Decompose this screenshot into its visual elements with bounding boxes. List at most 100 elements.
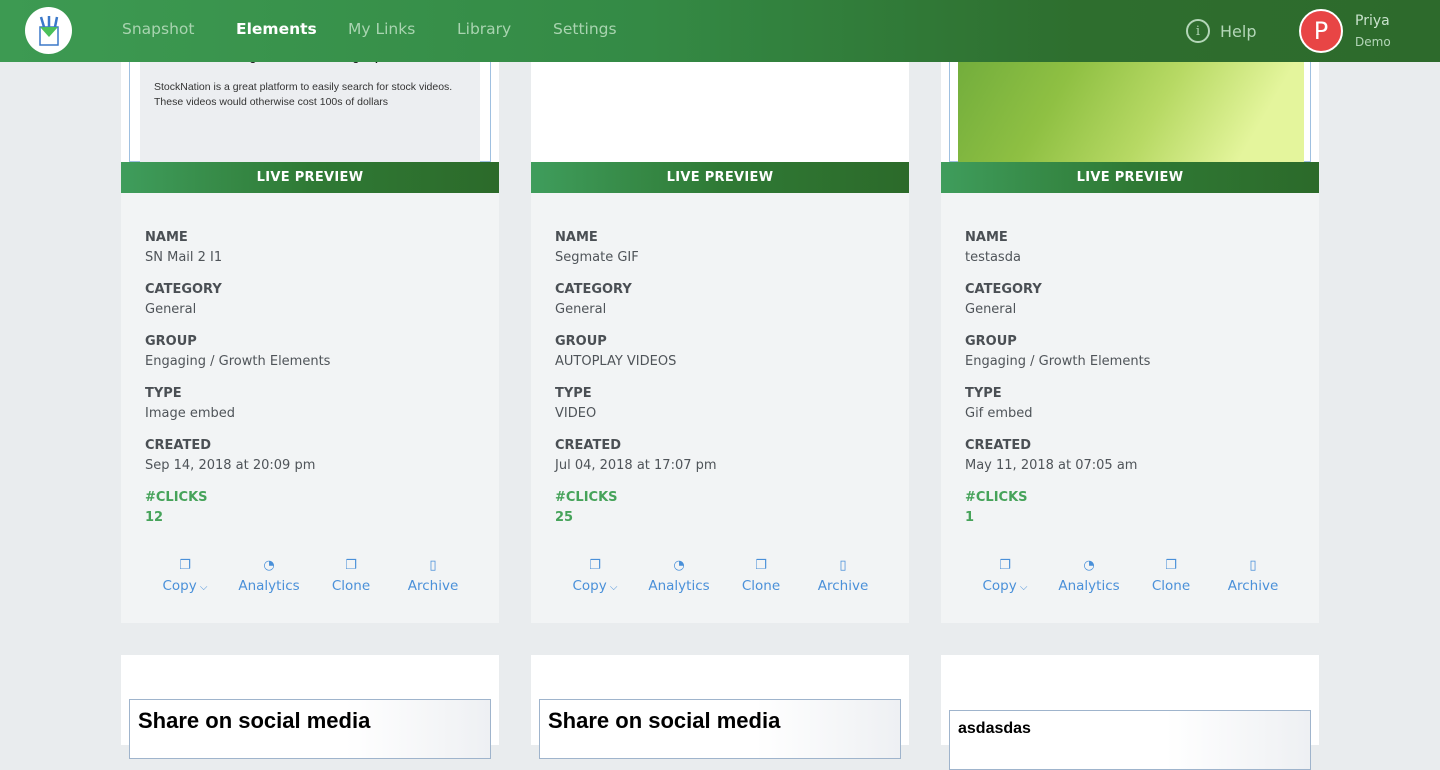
element-card: Neha Arora Instagram Video Marketing Exp… — [121, 0, 499, 623]
copy-button[interactable]: ❐ Copy ⌵ — [965, 558, 1045, 594]
field-clicks: #CLICKS 25 — [555, 490, 717, 542]
analytics-button[interactable]: ◔ Analytics — [229, 558, 309, 594]
field-value: Engaging / Growth Elements — [145, 354, 331, 369]
info-icon: i — [1186, 19, 1210, 43]
field-label: GROUP — [555, 334, 607, 349]
clone-button[interactable]: ❐ Clone — [721, 558, 801, 594]
field-value: Jul 04, 2018 at 17:07 pm — [555, 458, 717, 473]
clone-button[interactable]: ❐ Clone — [1131, 558, 1211, 594]
archive-button[interactable]: ▯ Archive — [393, 558, 473, 594]
field-value: General — [555, 302, 607, 317]
copy-icon: ❐ — [589, 558, 601, 573]
app-logo[interactable] — [25, 7, 72, 54]
field-group: GROUP AUTOPLAY VIDEOS — [555, 334, 717, 386]
chevron-down-icon: ⌵ — [1016, 582, 1028, 593]
field-name: NAME testasda — [965, 230, 1150, 282]
field-label: NAME — [555, 230, 598, 245]
clone-icon: ❐ — [1165, 558, 1177, 573]
field-value: Sep 14, 2018 at 20:09 pm — [145, 458, 316, 473]
field-clicks: #CLICKS 1 — [965, 490, 1150, 542]
field-type: TYPE VIDEO — [555, 386, 717, 438]
pie-chart-icon: ◔ — [263, 558, 275, 573]
element-card: LIVE PREVIEW NAME testasda CATEGORY General… — [941, 0, 1319, 623]
field-value: Gif embed — [965, 406, 1033, 421]
field-label: TYPE — [145, 386, 182, 401]
copy-button[interactable]: ❐ Copy ⌵ — [145, 558, 225, 594]
field-created: CREATED Sep 14, 2018 at 20:09 pm — [145, 438, 330, 490]
help-label: Help — [1220, 21, 1257, 41]
field-label: #CLICKS — [145, 490, 208, 505]
pie-chart-icon: ◔ — [1083, 558, 1095, 573]
field-value: Engaging / Growth Elements — [965, 354, 1151, 369]
field-value: Segmate GIF — [555, 250, 639, 265]
archive-button[interactable]: ▯ Archive — [803, 558, 883, 594]
field-value: May 11, 2018 at 07:05 am — [965, 458, 1138, 473]
field-category: CATEGORY General — [555, 282, 717, 334]
field-label: GROUP — [145, 334, 197, 349]
field-value: testasda — [965, 250, 1021, 265]
copy-button[interactable]: ❐ Copy ⌵ — [555, 558, 635, 594]
field-type: TYPE Gif embed — [965, 386, 1150, 438]
nav-snapshot[interactable]: Snapshot — [122, 20, 194, 38]
chevron-down-icon: ⌵ — [606, 582, 618, 593]
clone-icon: ❐ — [755, 558, 767, 573]
top-nav: Snapshot Elements My Links Library Setti… — [0, 0, 1440, 62]
help-button[interactable]: i Help — [1186, 19, 1256, 43]
archive-icon: ▯ — [429, 558, 437, 573]
copy-icon: ❐ — [999, 558, 1011, 573]
field-group: GROUP Engaging / Growth Elements — [145, 334, 330, 386]
field-value: VIDEO — [555, 406, 597, 421]
avatar[interactable]: P — [1299, 9, 1343, 53]
field-label: CATEGORY — [555, 282, 632, 297]
user-role: Demo — [1355, 35, 1391, 49]
field-created: CREATED May 11, 2018 at 07:05 am — [965, 438, 1150, 490]
archive-icon: ▯ — [839, 558, 847, 573]
field-label: NAME — [145, 230, 188, 245]
field-value: General — [965, 302, 1017, 317]
field-label: TYPE — [965, 386, 1002, 401]
analytics-button[interactable]: ◔ Analytics — [639, 558, 719, 594]
nav-settings[interactable]: Settings — [553, 20, 617, 38]
clone-icon: ❐ — [345, 558, 357, 573]
element-card: asdasdas — [941, 655, 1319, 770]
field-name: NAME SN Mail 2 I1 — [145, 230, 330, 282]
field-label: CREATED — [145, 438, 212, 453]
field-value: General — [145, 302, 197, 317]
field-value: 25 — [555, 510, 574, 525]
nav-my-links[interactable]: My Links — [348, 20, 415, 38]
field-label: CREATED — [555, 438, 622, 453]
analytics-button[interactable]: ◔ Analytics — [1049, 558, 1129, 594]
profile-text: StockNation is a great platform to easil… — [154, 81, 453, 108]
live-preview-button[interactable]: LIVE PREVIEW — [531, 162, 909, 193]
field-clicks: #CLICKS 12 — [145, 490, 330, 542]
card-details: NAME Segmate GIF CATEGORY General GROUP AUTOP… — [555, 230, 717, 542]
chevron-down-icon: ⌵ — [196, 582, 208, 593]
field-label: GROUP — [965, 334, 1017, 349]
field-created: CREATED Jul 04, 2018 at 17:07 pm — [555, 438, 717, 490]
embed-preview-box: Share on social media — [129, 699, 491, 759]
embed-preview-box: Share on social media — [539, 699, 901, 759]
live-preview-button[interactable]: LIVE PREVIEW — [121, 162, 499, 193]
field-value: Image embed — [145, 406, 236, 421]
archive-button[interactable]: ▯ Archive — [1213, 558, 1293, 594]
field-label: CATEGORY — [145, 282, 222, 297]
field-type: TYPE Image embed — [145, 386, 330, 438]
field-value: 1 — [965, 510, 975, 525]
field-value: AUTOPLAY VIDEOS — [555, 354, 677, 369]
embed-preview-box: asdasdas — [949, 710, 1311, 770]
field-value: SN Mail 2 I1 — [145, 250, 223, 265]
user-name[interactable]: Priya — [1355, 13, 1390, 29]
nav-library[interactable]: Library — [457, 20, 511, 38]
card-details: NAME SN Mail 2 I1 CATEGORY General GROUP Enga… — [145, 230, 330, 542]
nav-elements[interactable]: Elements — [236, 20, 317, 38]
copy-icon: ❐ — [179, 558, 191, 573]
field-category: CATEGORY General — [145, 282, 330, 334]
field-label: #CLICKS — [965, 490, 1028, 505]
element-card: Share on social media — [121, 655, 499, 759]
element-card: LIVE PREVIEW NAME Segmate GIF CATEGORY Gene… — [531, 0, 909, 623]
live-preview-button[interactable]: LIVE PREVIEW — [941, 162, 1319, 193]
field-name: NAME Segmate GIF — [555, 230, 717, 282]
clone-button[interactable]: ❐ Clone — [311, 558, 391, 594]
card-details: NAME testasda CATEGORY General GROUP Engaging… — [965, 230, 1150, 542]
field-label: CATEGORY — [965, 282, 1042, 297]
